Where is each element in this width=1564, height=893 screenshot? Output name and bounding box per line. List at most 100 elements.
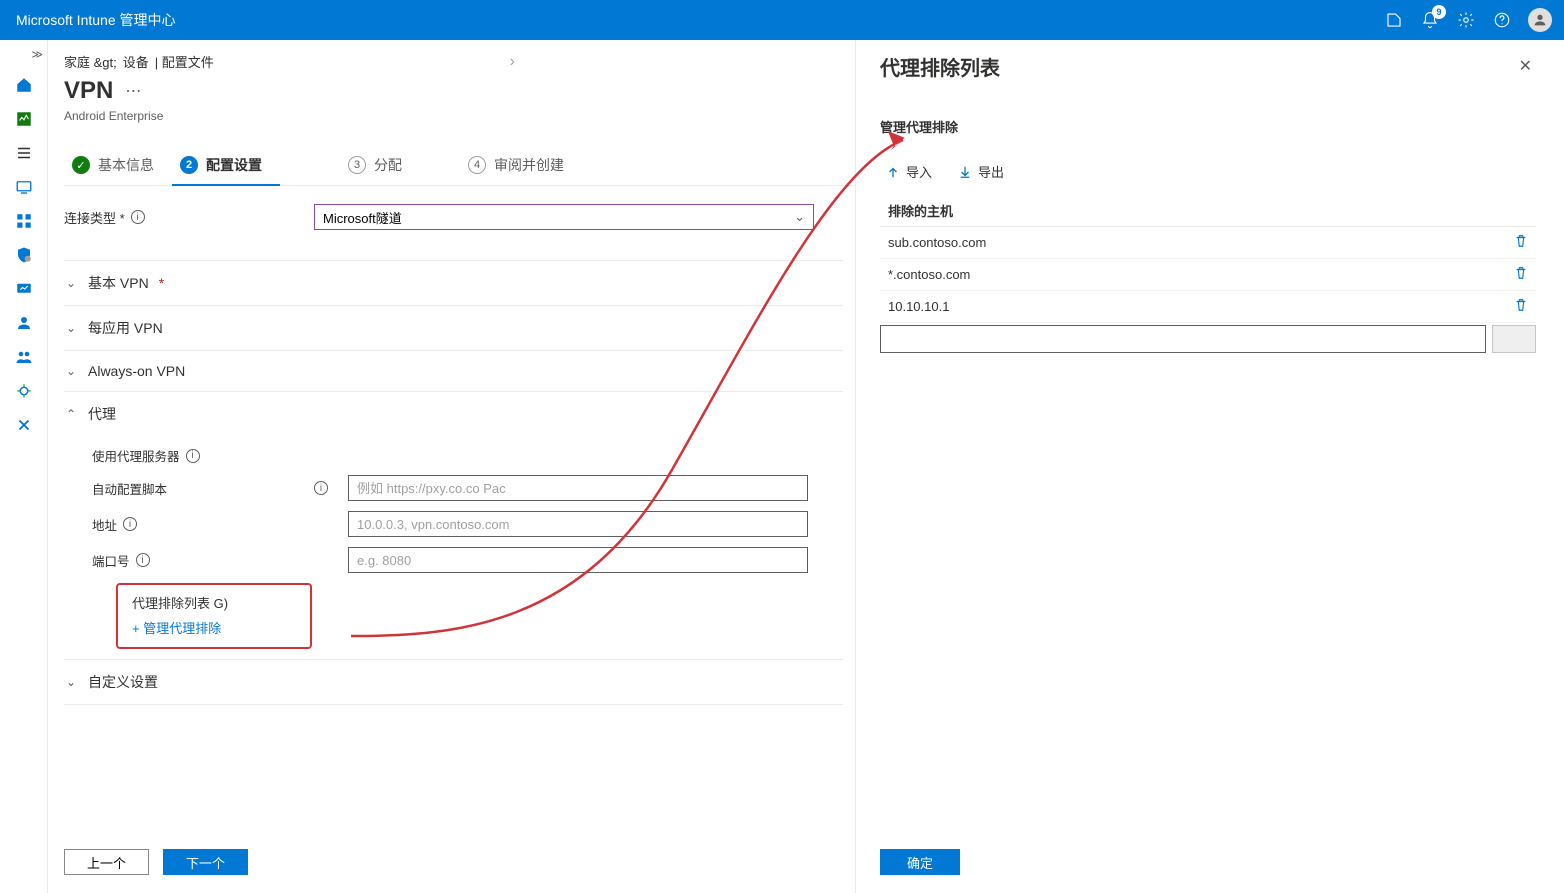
header-actions: 9 [1384, 8, 1552, 32]
proxy-address-input[interactable] [348, 511, 808, 537]
sidebar-collapse-icon[interactable]: ≫ [31, 48, 43, 61]
breadcrumb: 家庭 &gt; 设备 | 配置文件 › [64, 52, 855, 71]
page-title: VPN [64, 77, 113, 105]
accordion-always-on-vpn[interactable]: ⌄ Always-on VPN [64, 351, 843, 392]
step-basics[interactable]: 基本信息 [64, 147, 172, 185]
accordion-proxy[interactable]: ⌃ 代理 [64, 392, 843, 436]
add-host-input[interactable] [880, 325, 1486, 353]
main-content: 家庭 &gt; 设备 | 配置文件 › VPN ⋯ Android Enterp… [48, 40, 856, 893]
notification-badge: 9 [1432, 5, 1446, 19]
next-button[interactable]: 下一个 [163, 849, 248, 875]
info-icon[interactable]: i [314, 481, 328, 495]
breadcrumb-chevron-icon: › [510, 53, 515, 71]
chevron-up-icon: ⌃ [64, 407, 78, 421]
proxy-script-label: 自动配置脚本 i [92, 479, 348, 498]
step-3-badge: 3 [348, 156, 366, 174]
info-icon[interactable]: i [136, 553, 150, 567]
close-icon[interactable]: ✕ [1515, 52, 1536, 80]
required-asterisk: * [159, 275, 164, 291]
copilot-icon[interactable] [1384, 10, 1404, 30]
step-2-badge: 2 [180, 156, 198, 174]
manage-proxy-exclusion-link[interactable]: 管理代理排除 [132, 618, 296, 637]
sidebar-list-icon[interactable] [14, 143, 34, 163]
settings-icon[interactable] [1456, 10, 1476, 30]
panel-toolbar: 导入 导出 [880, 162, 1536, 181]
add-host-button[interactable] [1492, 325, 1536, 353]
panel-subtitle: 管理代理排除 [880, 117, 1536, 136]
accordion-basic-vpn-label: 基本 VPN [88, 273, 149, 293]
chevron-down-icon: ⌄ [64, 675, 78, 689]
accordion-proxy-body: 使用代理服务器 i 自动配置脚本 i [64, 436, 843, 660]
panel-title: 代理排除列表 [880, 52, 1000, 81]
chevron-down-icon: ⌄ [794, 209, 805, 225]
proxy-address-label: 地址 i [92, 515, 348, 534]
left-sidebar: ≫ [0, 40, 48, 893]
delete-icon[interactable] [1514, 298, 1528, 315]
side-panel: 代理排除列表 ✕ 管理代理排除 导入 导出 排除的主机 sub.contoso.… [856, 40, 1564, 893]
use-proxy-label: 使用代理服务器 i [92, 446, 348, 465]
notifications-icon[interactable]: 9 [1420, 10, 1440, 30]
host-value: sub.contoso.com [888, 235, 986, 250]
help-icon[interactable] [1492, 10, 1512, 30]
proxy-script-input[interactable] [348, 475, 808, 501]
chevron-down-icon: ⌄ [64, 364, 78, 378]
accordion-custom[interactable]: ⌄ 自定义设置 [64, 660, 843, 705]
sidebar-dashboard-icon[interactable] [14, 109, 34, 129]
proxy-port-label: 端口号 i [92, 551, 348, 570]
sidebar-user-icon[interactable] [14, 313, 34, 333]
step-review[interactable]: 4 审阅并创建 [460, 147, 582, 185]
export-label: 导出 [978, 162, 1004, 181]
sidebar-home-icon[interactable] [14, 75, 34, 95]
exclusion-list: 排除的主机 sub.contoso.com *.contoso.com 10.1… [880, 195, 1536, 353]
connection-type-select[interactable]: Microsoft隧道 ⌄ [314, 204, 814, 230]
user-avatar[interactable] [1528, 8, 1552, 32]
step-4-badge: 4 [468, 156, 486, 174]
export-button[interactable]: 导出 [958, 162, 1004, 181]
more-actions-icon[interactable]: ⋯ [125, 81, 141, 101]
accordion-proxy-label: 代理 [88, 404, 116, 424]
delete-icon[interactable] [1514, 234, 1528, 251]
info-icon[interactable]: i [123, 517, 137, 531]
breadcrumb-profiles[interactable]: | 配置文件 [155, 52, 214, 71]
info-icon[interactable]: i [186, 449, 200, 463]
sidebar-tenant-icon[interactable] [14, 381, 34, 401]
proxy-exclusion-title: 代理排除列表 G) [132, 593, 296, 612]
connection-type-label: 连接类型 * i [64, 208, 314, 227]
step-assignments-label: 分配 [374, 155, 402, 175]
sidebar-devices-icon[interactable] [14, 177, 34, 197]
wizard-steps: 基本信息 2 配置设置 3 分配 4 审阅并创建 [64, 147, 855, 186]
proxy-port-input[interactable] [348, 547, 808, 573]
chevron-down-icon: ⌄ [64, 276, 78, 290]
sidebar-security-icon[interactable] [14, 245, 34, 265]
accordion-per-app-vpn[interactable]: ⌄ 每应用 VPN [64, 306, 843, 351]
sidebar-reports-icon[interactable] [14, 279, 34, 299]
step-assignments[interactable]: 3 分配 [340, 147, 420, 185]
list-item: *.contoso.com [880, 259, 1536, 291]
app-title: Microsoft Intune 管理中心 [16, 10, 176, 30]
breadcrumb-home[interactable]: 家庭 &gt; [64, 52, 117, 71]
step-review-label: 审阅并创建 [494, 155, 564, 175]
page-subtitle: Android Enterprise [64, 109, 855, 123]
accordion-always-on-vpn-label: Always-on VPN [88, 363, 185, 379]
import-label: 导入 [906, 162, 932, 181]
sidebar-apps-icon[interactable] [14, 211, 34, 231]
check-icon [72, 156, 90, 174]
list-column-header: 排除的主机 [880, 195, 1536, 227]
delete-icon[interactable] [1514, 266, 1528, 283]
proxy-exclusion-highlight: 代理排除列表 G) 管理代理排除 [116, 583, 312, 649]
ok-button[interactable]: 确定 [880, 849, 960, 875]
sidebar-troubleshoot-icon[interactable] [14, 415, 34, 435]
previous-button[interactable]: 上一个 [64, 849, 149, 875]
accordion-per-app-vpn-label: 每应用 VPN [88, 318, 163, 338]
list-item: 10.10.10.1 [880, 291, 1536, 323]
wizard-footer: 上一个 下一个 [64, 839, 855, 893]
step-configuration[interactable]: 2 配置设置 [172, 147, 280, 185]
host-value: *.contoso.com [888, 267, 970, 282]
import-button[interactable]: 导入 [886, 162, 932, 181]
breadcrumb-devices[interactable]: 设备 [123, 52, 149, 71]
step-basics-label: 基本信息 [98, 155, 154, 175]
accordion-basic-vpn[interactable]: ⌄ 基本 VPN * [64, 261, 843, 306]
add-host-row [880, 325, 1536, 353]
sidebar-groups-icon[interactable] [14, 347, 34, 367]
info-icon[interactable]: i [131, 210, 145, 224]
